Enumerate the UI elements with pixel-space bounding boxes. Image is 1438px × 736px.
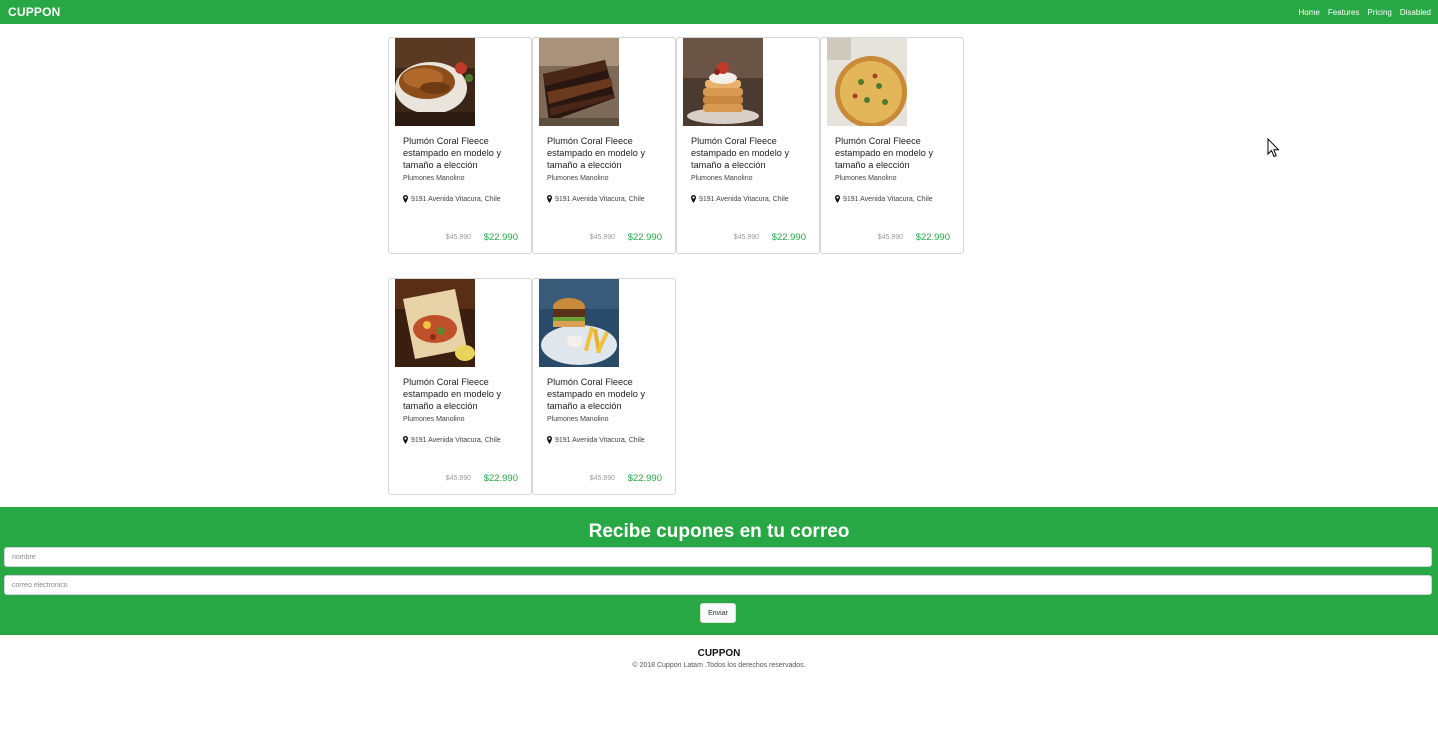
card-location: 9191 Avenida Vitacura, Chile <box>835 195 933 203</box>
card-location: 9191 Avenida Vitacura, Chile <box>547 436 645 444</box>
map-marker-icon <box>403 436 408 444</box>
card-price: $22.990 <box>483 473 518 484</box>
card-location: 9191 Avenida Vitacura, Chile <box>403 436 501 444</box>
card-price: $22.990 <box>483 232 518 243</box>
card-title[interactable]: Plumón Coral Fleece estampado en modelo … <box>403 135 525 171</box>
coupon-card[interactable]: Plumón Coral Fleece estampado en modelo … <box>532 37 676 254</box>
burger-fries-photo[interactable] <box>539 279 619 367</box>
burrito-photo[interactable] <box>395 279 475 367</box>
coupon-card[interactable]: Plumón Coral Fleece estampado en modelo … <box>388 278 532 495</box>
card-title[interactable]: Plumón Coral Fleece estampado en modelo … <box>835 135 957 171</box>
card-location-text: 9191 Avenida Vitacura, Chile <box>411 436 501 444</box>
brand-logo[interactable]: CUPPON <box>8 5 61 19</box>
card-old-price: $45.990 <box>589 475 615 482</box>
card-price: $22.990 <box>627 473 662 484</box>
email-input[interactable] <box>4 575 1432 595</box>
coupon-card[interactable]: Plumón Coral Fleece estampado en modelo … <box>676 37 820 254</box>
footer-brand: CUPPON <box>697 648 741 659</box>
grilled-meat-photo[interactable] <box>395 38 475 126</box>
card-location: 9191 Avenida Vitacura, Chile <box>547 195 645 203</box>
card-vendor: Plumones Manolino <box>691 175 753 182</box>
card-old-price: $45.990 <box>445 475 471 482</box>
newsletter-section: Recibe cupones en tu correo Enviar <box>0 507 1438 635</box>
name-input[interactable] <box>4 547 1432 567</box>
nav-link-home[interactable]: Home <box>1298 8 1319 17</box>
card-price: $22.990 <box>771 232 806 243</box>
submit-button[interactable]: Enviar <box>700 603 736 623</box>
nav-links: Home Features Pricing Disabled <box>1298 8 1431 17</box>
coupon-card[interactable]: Plumón Coral Fleece estampado en modelo … <box>532 278 676 495</box>
coupon-card[interactable]: Plumón Coral Fleece estampado en modelo … <box>388 37 532 254</box>
nav-link-pricing[interactable]: Pricing <box>1367 8 1391 17</box>
mouse-cursor-icon <box>1267 138 1280 158</box>
pizza-photo[interactable] <box>827 38 907 126</box>
card-title[interactable]: Plumón Coral Fleece estampado en modelo … <box>547 135 669 171</box>
card-vendor: Plumones Manolino <box>835 175 897 182</box>
card-old-price: $45.990 <box>445 234 471 241</box>
card-vendor: Plumones Manolino <box>403 416 465 423</box>
card-location: 9191 Avenida Vitacura, Chile <box>403 195 501 203</box>
map-marker-icon <box>835 195 840 203</box>
card-title[interactable]: Plumón Coral Fleece estampado en modelo … <box>403 376 525 412</box>
card-vendor: Plumones Manolino <box>547 175 609 182</box>
card-location-text: 9191 Avenida Vitacura, Chile <box>555 195 645 203</box>
card-old-price: $45.990 <box>589 234 615 241</box>
coupon-card[interactable]: Plumón Coral Fleece estampado en modelo … <box>820 37 964 254</box>
newsletter-title: Recibe cupones en tu correo <box>588 521 850 542</box>
card-title[interactable]: Plumón Coral Fleece estampado en modelo … <box>547 376 669 412</box>
top-navbar: CUPPON Home Features Pricing Disabled <box>0 0 1438 24</box>
card-price: $22.990 <box>627 232 662 243</box>
card-location-text: 9191 Avenida Vitacura, Chile <box>411 195 501 203</box>
card-old-price: $45.990 <box>733 234 759 241</box>
card-location: 9191 Avenida Vitacura, Chile <box>691 195 789 203</box>
card-vendor: Plumones Manolino <box>403 175 465 182</box>
card-location-text: 9191 Avenida Vitacura, Chile <box>843 195 933 203</box>
pancake-stack-photo[interactable] <box>683 38 763 126</box>
map-marker-icon <box>547 436 552 444</box>
card-old-price: $45.990 <box>877 234 903 241</box>
nav-link-features[interactable]: Features <box>1328 8 1360 17</box>
card-vendor: Plumones Manolino <box>547 416 609 423</box>
footer-copyright: © 2018 Cuppon Latam .Todos los derechos … <box>632 662 806 669</box>
map-marker-icon <box>547 195 552 203</box>
card-location-text: 9191 Avenida Vitacura, Chile <box>555 436 645 444</box>
chocolate-cake-photo[interactable] <box>539 38 619 126</box>
map-marker-icon <box>403 195 408 203</box>
map-marker-icon <box>691 195 696 203</box>
card-title[interactable]: Plumón Coral Fleece estampado en modelo … <box>691 135 813 171</box>
card-price: $22.990 <box>915 232 950 243</box>
nav-link-disabled[interactable]: Disabled <box>1400 8 1431 17</box>
card-location-text: 9191 Avenida Vitacura, Chile <box>699 195 789 203</box>
